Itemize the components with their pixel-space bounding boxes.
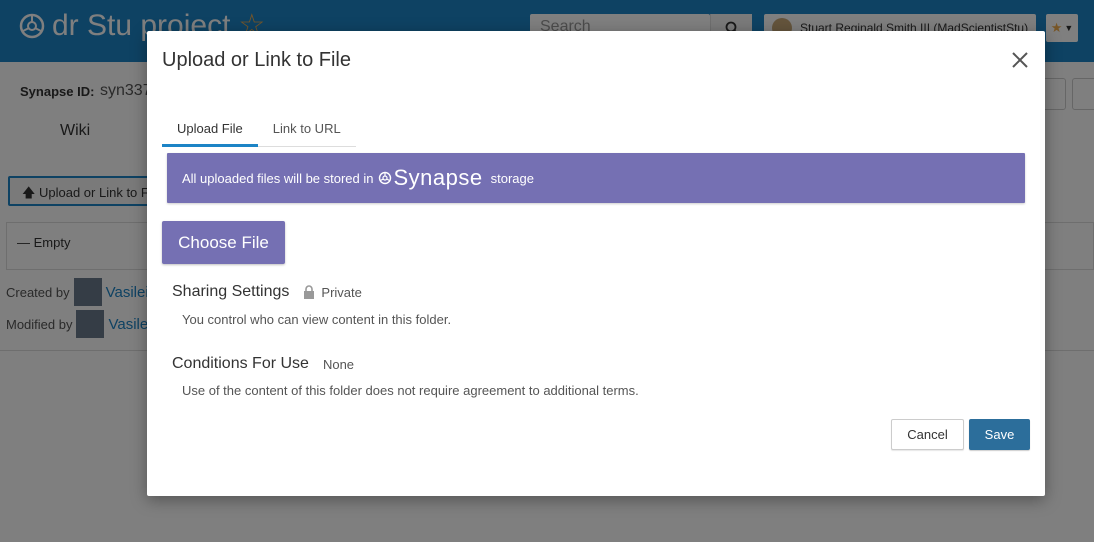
cancel-button[interactable]: Cancel xyxy=(891,419,964,450)
storage-info-banner: All uploaded files will be stored in Syn… xyxy=(167,153,1025,203)
lock-icon xyxy=(304,285,315,299)
sharing-settings-row: Sharing Settings Private xyxy=(172,283,362,301)
upload-tabs: Upload File Link to URL xyxy=(162,113,356,147)
banner-text-before: All uploaded files will be stored in xyxy=(182,170,374,186)
synapse-brand-text: Synapse xyxy=(393,165,483,190)
choose-file-button[interactable]: Choose File xyxy=(162,221,285,264)
tab-link-to-url[interactable]: Link to URL xyxy=(258,113,356,146)
sharing-settings-description: You control who can view content in this… xyxy=(182,312,452,327)
sharing-settings-value: Private xyxy=(303,284,362,300)
close-button[interactable] xyxy=(1009,49,1031,71)
conditions-for-use-description: Use of the content of this folder does n… xyxy=(182,383,639,398)
conditions-for-use-title: Conditions For Use xyxy=(172,355,309,372)
close-icon xyxy=(1012,52,1028,68)
modal-title: Upload or Link to File xyxy=(162,49,351,71)
synapse-logo-icon xyxy=(378,171,391,185)
conditions-for-use-value: None xyxy=(322,356,355,372)
save-button[interactable]: Save xyxy=(969,419,1030,450)
conditions-for-use-row: Conditions For Use None xyxy=(172,355,354,373)
banner-text-after: storage xyxy=(490,170,534,186)
sharing-settings-title: Sharing Settings xyxy=(172,283,290,300)
upload-modal: Upload or Link to File Upload File Link … xyxy=(147,31,1045,496)
sharing-privacy-label: Private xyxy=(321,284,362,300)
tab-upload-file[interactable]: Upload File xyxy=(162,113,258,147)
synapse-brand: Synapse xyxy=(378,165,483,191)
